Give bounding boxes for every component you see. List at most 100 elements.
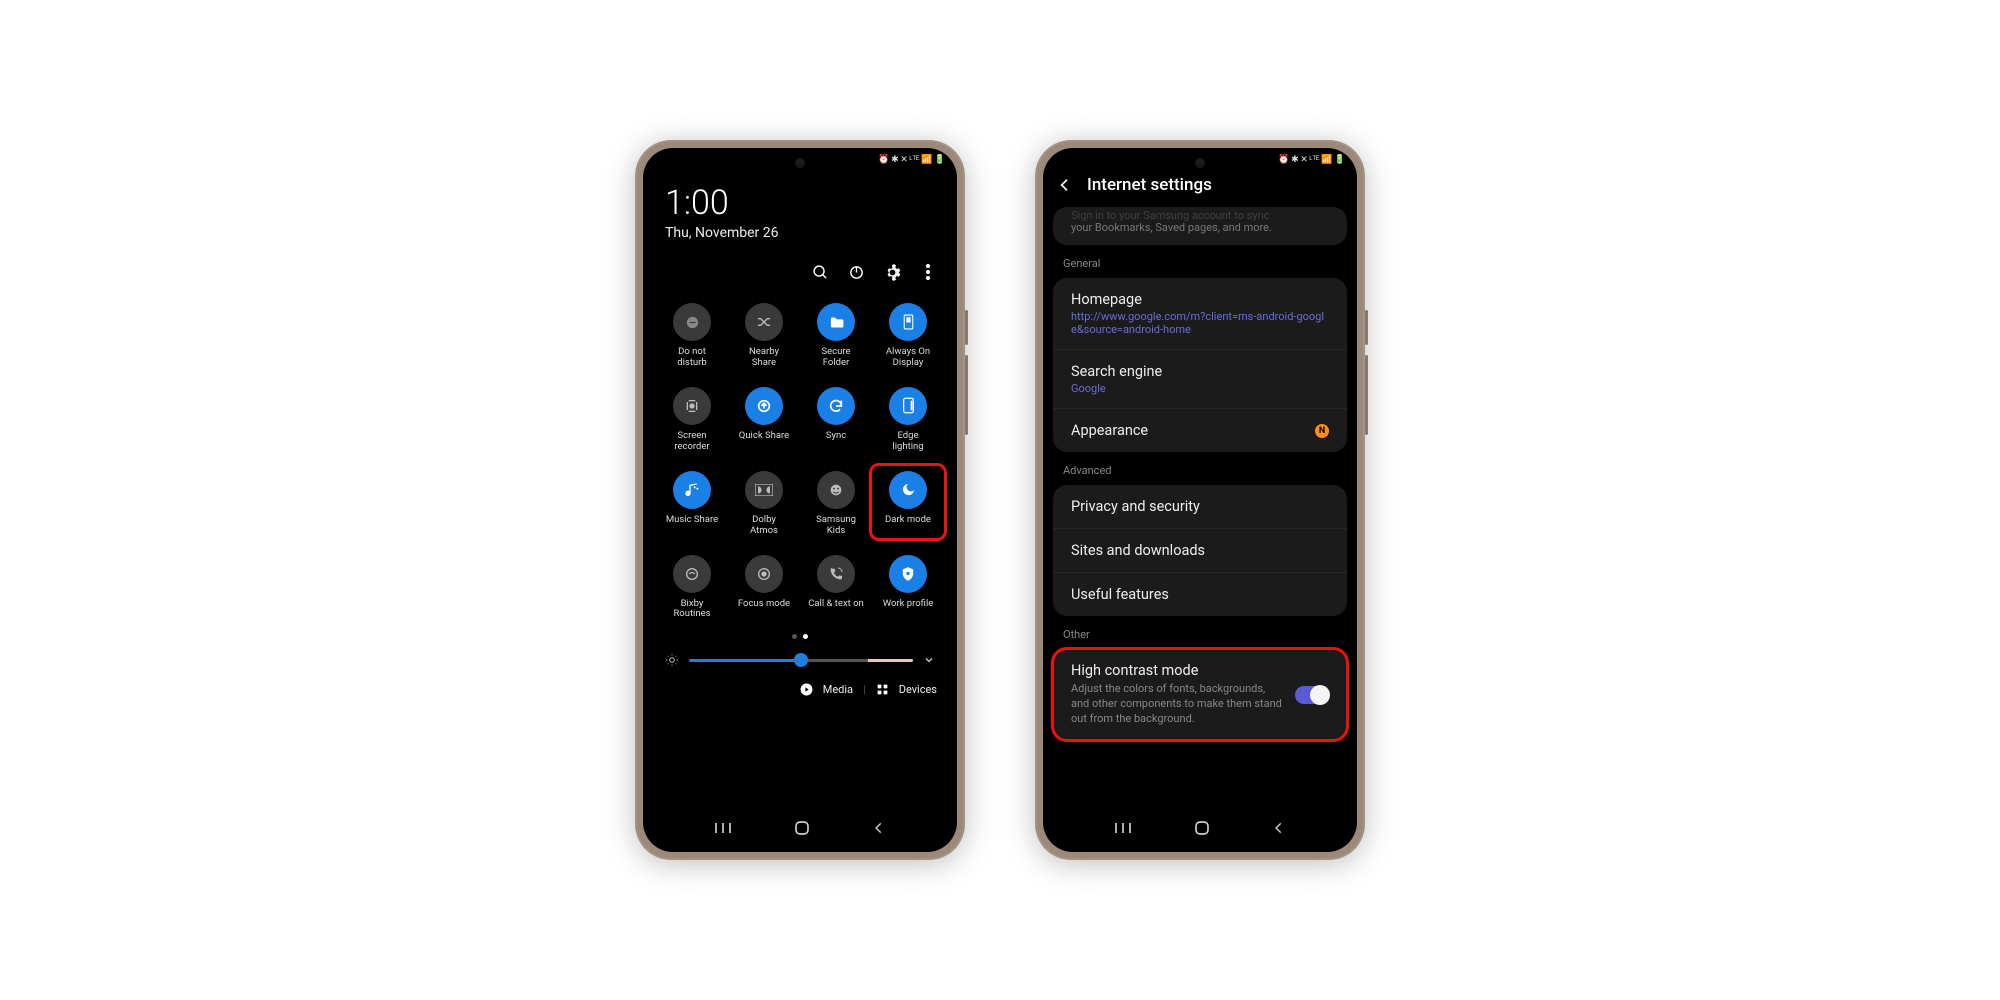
high-contrast-toggle[interactable] — [1295, 686, 1329, 704]
devices-icon — [876, 683, 889, 696]
tile-label: Edge lighting — [892, 431, 923, 453]
useful-row[interactable]: Useful features — [1053, 573, 1347, 616]
dolby-icon — [745, 471, 783, 509]
high-contrast-row[interactable]: High contrast mode Adjust the colors of … — [1053, 649, 1347, 740]
high-contrast-desc: Adjust the colors of fonts, backgrounds,… — [1071, 682, 1285, 727]
qs-tile-minus[interactable]: Do not disturb — [659, 303, 725, 369]
qs-tile-music[interactable]: Music Share — [659, 471, 725, 537]
useful-title: Useful features — [1071, 586, 1169, 603]
media-devices-row: Media | Devices — [643, 673, 957, 700]
appearance-title: Appearance — [1071, 422, 1148, 439]
search-engine-row[interactable]: Search engine Google — [1053, 350, 1347, 409]
homepage-url: http://www.google.com/m?client=ms-androi… — [1071, 310, 1329, 336]
nav-bar — [1043, 812, 1357, 844]
phone-side-button — [965, 310, 968, 345]
search-engine-title: Search engine — [1071, 363, 1162, 380]
qs-tile-shuffle[interactable]: Nearby Share — [731, 303, 797, 369]
sync-hint: Sign in to your Samsung account to sync … — [1053, 207, 1347, 245]
separator: | — [863, 683, 866, 696]
new-badge: N — [1315, 424, 1329, 438]
settings-header: Internet settings — [1043, 165, 1357, 203]
tile-label: Do not disturb — [677, 347, 706, 369]
privacy-title: Privacy and security — [1071, 498, 1200, 515]
tile-label: Focus mode — [738, 599, 790, 610]
tile-label: Sync — [826, 431, 846, 442]
qs-tile-dolby[interactable]: Dolby Atmos — [731, 471, 797, 537]
phone-volume-button — [965, 355, 968, 435]
tile-label: Dolby Atmos — [750, 515, 778, 537]
back-icon[interactable] — [1057, 177, 1073, 193]
music-icon — [673, 471, 711, 509]
homepage-row[interactable]: Homepage http://www.google.com/m?client=… — [1053, 278, 1347, 350]
homepage-title: Homepage — [1071, 291, 1329, 308]
tile-label: Dark mode — [885, 515, 931, 526]
kids-icon — [817, 471, 855, 509]
phone-side-button — [1365, 310, 1368, 345]
brightness-slider[interactable] — [689, 659, 913, 662]
nav-recents[interactable] — [714, 821, 732, 835]
tile-label: Nearby Share — [749, 347, 779, 369]
high-contrast-card: High contrast mode Adjust the colors of … — [1053, 649, 1347, 740]
more-icon[interactable] — [919, 263, 937, 281]
qshare-icon — [745, 387, 783, 425]
qs-tile-qshare[interactable]: Quick Share — [731, 387, 797, 453]
nav-bar — [643, 812, 957, 844]
qs-tile-focus[interactable]: Focus mode — [731, 555, 797, 621]
appearance-row[interactable]: Appearance N — [1053, 409, 1347, 452]
media-button[interactable]: Media — [823, 683, 853, 696]
search-engine-value: Google — [1071, 382, 1162, 395]
phone-right: ⏰ ✱ ✕ ᴸᵀᴱ 📶 🔋 Internet settings Sign in … — [1035, 140, 1365, 860]
tile-label: Call & text on — [808, 599, 864, 610]
chevron-down-icon[interactable] — [923, 654, 935, 666]
internet-settings-screen: ⏰ ✱ ✕ ᴸᵀᴱ 📶 🔋 Internet settings Sign in … — [1043, 148, 1357, 852]
brightness-row — [643, 639, 957, 673]
privacy-row[interactable]: Privacy and security — [1053, 485, 1347, 529]
devices-button[interactable]: Devices — [899, 683, 937, 696]
sync-icon — [817, 387, 855, 425]
callsync-icon — [817, 555, 855, 593]
minus-icon — [673, 303, 711, 341]
tile-label: Always On Display — [886, 347, 930, 369]
qs-tile-kids[interactable]: Samsung Kids — [803, 471, 869, 537]
nav-home[interactable] — [1194, 820, 1210, 836]
qs-tile-edge[interactable]: Edge lighting — [875, 387, 941, 453]
clock-date: Thu, November 26 — [665, 225, 935, 241]
focus-icon — [745, 555, 783, 593]
tile-label: Secure Folder — [821, 347, 850, 369]
nav-recents[interactable] — [1114, 821, 1132, 835]
qs-tile-folder[interactable]: Secure Folder — [803, 303, 869, 369]
bixby-icon — [673, 555, 711, 593]
qs-tile-moon[interactable]: Dark mode — [875, 471, 941, 537]
slider-thumb[interactable] — [794, 653, 808, 667]
qs-tile-callsync[interactable]: Call & text on — [803, 555, 869, 621]
shuffle-icon — [745, 303, 783, 341]
qs-tile-rec[interactable]: Screen recorder — [659, 387, 725, 453]
tile-label: Music Share — [666, 515, 718, 526]
nav-home[interactable] — [794, 820, 810, 836]
sync-card[interactable]: Sign in to your Samsung account to sync … — [1053, 207, 1347, 245]
sites-row[interactable]: Sites and downloads — [1053, 529, 1347, 573]
qs-tile-grid: Do not disturb Nearby Share Secure Folder A… — [643, 293, 957, 620]
tile-label: Screen recorder — [674, 431, 709, 453]
phone-left: ⏰ ✱ ✕ ᴸᵀᴱ 📶 🔋 1:00 Thu, November 26 Do n… — [635, 140, 965, 860]
nav-back[interactable] — [872, 821, 886, 835]
general-card: Homepage http://www.google.com/m?client=… — [1053, 278, 1347, 452]
clock-time: 1:00 — [665, 183, 935, 223]
settings-scroll[interactable]: Sign in to your Samsung account to sync … — [1043, 203, 1357, 817]
nav-back[interactable] — [1272, 821, 1286, 835]
qs-tile-sync[interactable]: Sync — [803, 387, 869, 453]
settings-icon[interactable] — [883, 263, 901, 281]
qs-tile-bixby[interactable]: Bixby Routines — [659, 555, 725, 621]
moon-icon — [889, 471, 927, 509]
tile-label: Bixby Routines — [673, 599, 710, 621]
qs-tile-work[interactable]: Work profile — [875, 555, 941, 621]
search-icon[interactable] — [811, 263, 829, 281]
work-icon — [889, 555, 927, 593]
phone-volume-button — [1365, 355, 1368, 435]
qs-header: 1:00 Thu, November 26 — [643, 165, 957, 247]
power-icon[interactable] — [847, 263, 865, 281]
folder-icon — [817, 303, 855, 341]
quick-settings-screen: ⏰ ✱ ✕ ᴸᵀᴱ 📶 🔋 1:00 Thu, November 26 Do n… — [643, 148, 957, 852]
qs-tile-aod[interactable]: Always On Display — [875, 303, 941, 369]
aod-icon — [889, 303, 927, 341]
